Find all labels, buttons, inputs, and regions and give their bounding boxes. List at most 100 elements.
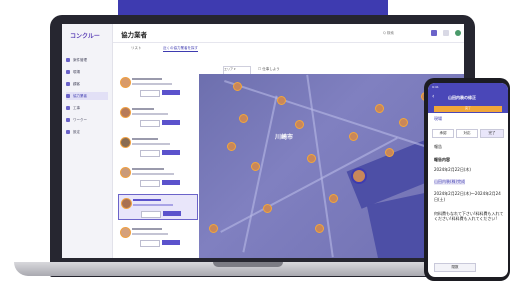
report-message: 何料費もなれて下さい!料料費も入れてください!料料費も入れてください!	[434, 211, 504, 221]
help-icon[interactable]	[443, 30, 449, 36]
report-title: 報告内容	[434, 157, 450, 162]
partner-pin-selected[interactable]	[351, 168, 367, 184]
tab-list[interactable]: リスト	[131, 46, 142, 51]
avatar[interactable]	[455, 30, 461, 36]
tab-bar: リスト 近くの協力業者を探す	[113, 43, 243, 53]
list-item[interactable]	[118, 164, 196, 188]
partner-detail	[132, 233, 168, 235]
partner-detail	[132, 113, 168, 115]
list-item[interactable]	[118, 224, 196, 248]
list-item[interactable]	[118, 74, 196, 98]
partner-pin[interactable]	[227, 142, 236, 151]
tab-nearby[interactable]: 近くの協力業者を探す	[163, 46, 198, 52]
status-done-button[interactable]: 完了	[480, 129, 504, 138]
partner-name	[132, 228, 162, 230]
profile-button[interactable]	[140, 90, 160, 97]
map-city-label: 川崎市	[275, 134, 294, 141]
partner-pin[interactable]	[233, 82, 242, 91]
sidebar-item-customers[interactable]: 顧客	[66, 80, 108, 88]
profile-button[interactable]	[140, 180, 160, 187]
profile-button[interactable]	[140, 150, 160, 157]
assign-button[interactable]	[163, 211, 181, 216]
list-item[interactable]	[118, 104, 196, 128]
partner-pin[interactable]	[277, 96, 286, 105]
construction-icon	[66, 106, 70, 110]
partner-detail	[132, 143, 170, 145]
partner-pin[interactable]	[263, 204, 272, 213]
sidebar-item-construction[interactable]: 工事	[66, 104, 108, 112]
notification-icon[interactable]	[431, 30, 437, 36]
back-icon[interactable]: ‹	[432, 93, 434, 100]
partner-pin[interactable]	[315, 224, 324, 233]
partner-name	[133, 199, 161, 201]
sidebar-item-label: 現場	[73, 69, 80, 74]
partner-name	[132, 168, 164, 170]
app-logo[interactable]: コンクルー	[70, 31, 100, 40]
assign-button[interactable]	[162, 90, 180, 95]
sidebar-item-label: 案件管理	[73, 57, 87, 62]
partner-detail	[132, 173, 174, 175]
sidebar-item-workers[interactable]: ワークー	[66, 116, 108, 124]
assign-button[interactable]	[162, 120, 180, 125]
laptop-notch	[213, 262, 283, 267]
sidebar-item-label: 工事	[73, 105, 80, 110]
phone-screen: 9:41 ‹ 山田内装の修正 完了 現場 承認 対応 完了 報告 報告内容 20…	[428, 83, 508, 277]
phone-time: 9:41	[432, 85, 439, 89]
close-button[interactable]: 閉数	[434, 263, 476, 272]
status-approve-button[interactable]: 承認	[432, 129, 454, 138]
partner-pin[interactable]	[307, 154, 316, 163]
sidebar-item-settings[interactable]: 設定	[66, 128, 108, 136]
sidebar-item-label: 顧客	[73, 81, 80, 86]
partner-pin[interactable]	[239, 114, 248, 123]
partner-pin[interactable]	[385, 148, 394, 157]
avatar	[120, 77, 131, 88]
gear-icon	[66, 130, 70, 134]
tab-site[interactable]: 現場	[434, 116, 442, 122]
report-period: 2024年2月22日(木)～2024年2月24日(土)	[434, 191, 501, 202]
briefcase-icon	[66, 58, 70, 62]
partner-list	[113, 72, 198, 258]
partner-pin[interactable]	[375, 104, 384, 113]
partner-pin[interactable]	[251, 162, 260, 171]
partner-detail	[132, 83, 172, 85]
section-heading: 報告	[434, 144, 442, 149]
assign-button[interactable]	[162, 150, 180, 155]
top-banner	[118, 0, 388, 15]
company-chip[interactable]: 山田内装(株)完成	[434, 179, 466, 185]
avatar	[120, 107, 131, 118]
work-checkbox[interactable]: ☐ 仕事しよう	[258, 67, 280, 72]
partner-pin[interactable]	[295, 120, 304, 129]
sidebar-item-projects[interactable]: 案件管理	[66, 56, 108, 64]
status-handle-button[interactable]: 対応	[456, 129, 478, 138]
site-icon	[66, 70, 70, 74]
partner-pin[interactable]	[399, 118, 408, 127]
laptop-screen: コンクルー 案件管理 現場 顧客 協力業者 工事 ワークー 設定 協力業者 Q …	[62, 24, 464, 258]
profile-button[interactable]	[140, 120, 160, 127]
partner-pin[interactable]	[349, 132, 358, 141]
sidebar-item-sites[interactable]: 現場	[66, 68, 108, 76]
assign-button[interactable]	[162, 240, 180, 245]
assign-button[interactable]	[162, 180, 180, 185]
partner-name	[132, 138, 158, 140]
partner-pin[interactable]	[329, 194, 338, 203]
partner-name	[132, 78, 162, 80]
avatar	[120, 137, 131, 148]
search-input[interactable]: Q 検索	[383, 31, 394, 36]
profile-button[interactable]	[141, 211, 161, 218]
report-date: 2024年2月22日(木)	[434, 167, 471, 172]
worker-icon	[66, 118, 70, 122]
sidebar: コンクルー 案件管理 現場 顧客 協力業者 工事 ワークー 設定	[62, 24, 113, 258]
avatar	[120, 227, 131, 238]
avatar	[121, 198, 132, 209]
page-title: 協力業者	[121, 31, 147, 39]
sidebar-item-label: ワークー	[73, 117, 87, 122]
list-item-selected[interactable]	[118, 194, 198, 220]
phone-title: 山田内装の修正	[448, 95, 476, 100]
profile-button[interactable]	[140, 240, 160, 247]
partner-pin[interactable]	[209, 224, 218, 233]
page-header: 協力業者 Q 検索	[113, 24, 464, 43]
list-item[interactable]	[118, 134, 196, 158]
sidebar-item-partners[interactable]: 協力業者	[66, 92, 108, 100]
partner-icon	[66, 94, 70, 98]
phone-header: 9:41 ‹ 山田内装の修正 完了	[428, 83, 508, 113]
